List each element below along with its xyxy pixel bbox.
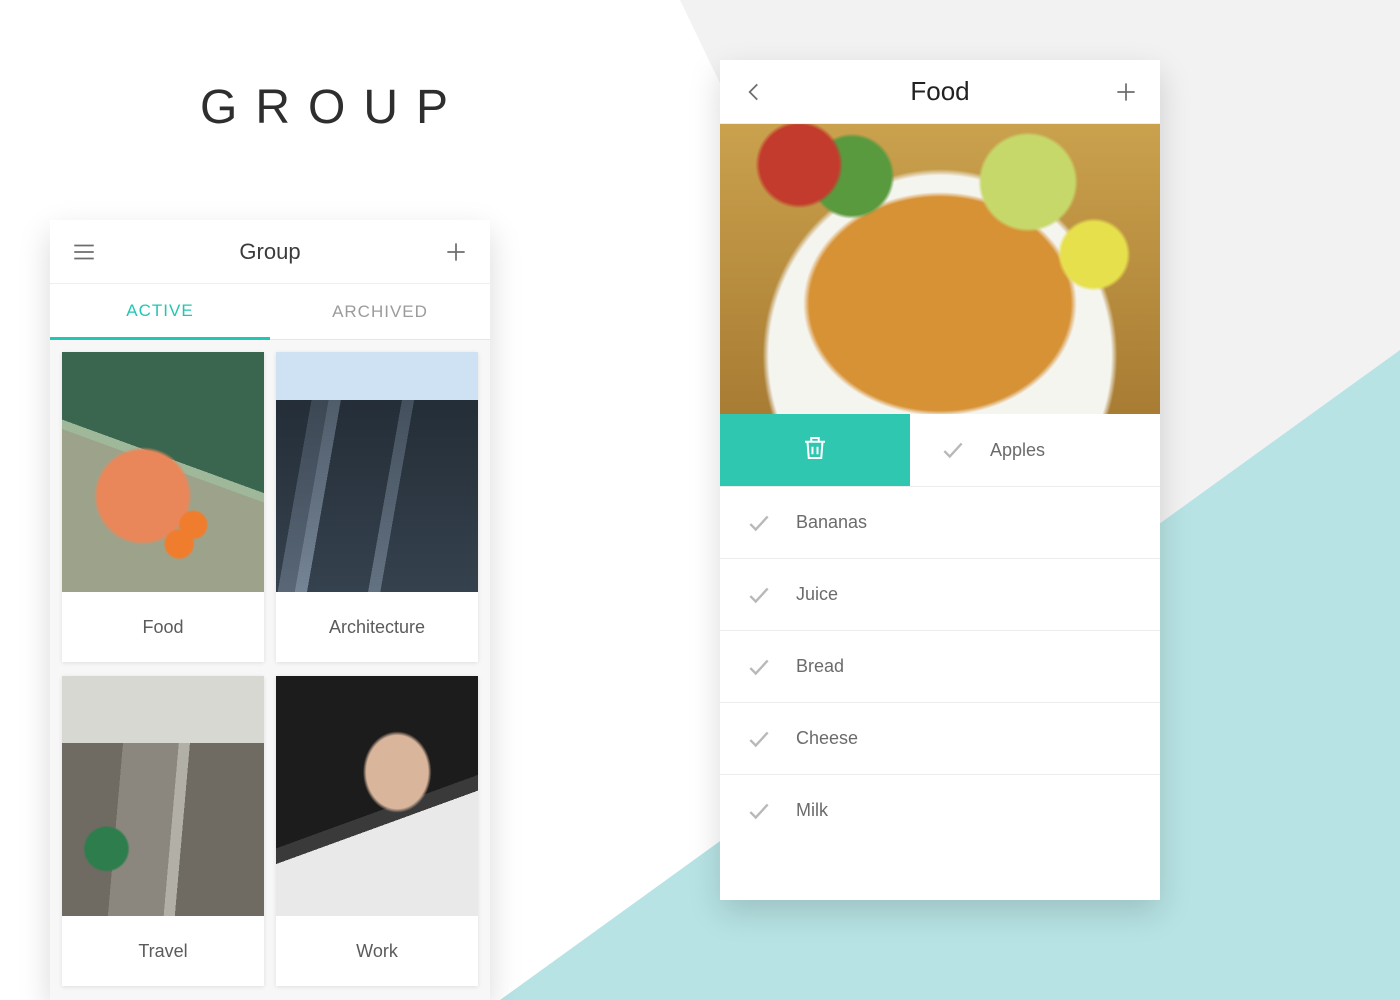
- card-travel[interactable]: Travel: [62, 676, 264, 986]
- card-work[interactable]: Work: [276, 676, 478, 986]
- tab-active[interactable]: ACTIVE: [50, 284, 270, 340]
- tab-archived[interactable]: ARCHIVED: [270, 284, 490, 340]
- back-icon[interactable]: [740, 78, 768, 106]
- card-thumb: [62, 352, 264, 592]
- list-item[interactable]: Milk: [720, 774, 1160, 846]
- item-label: Cheese: [796, 728, 858, 749]
- list-item[interactable]: Bananas: [720, 486, 1160, 558]
- check-icon[interactable]: [746, 798, 772, 824]
- card-food[interactable]: Food: [62, 352, 264, 662]
- navbar-title: Food: [910, 76, 969, 107]
- navbar: Food: [720, 60, 1160, 124]
- page-title: GROUP: [200, 80, 466, 135]
- list-item[interactable]: Cheese: [720, 702, 1160, 774]
- hero-image: [720, 124, 1160, 414]
- item-label: Juice: [796, 584, 838, 605]
- navbar-title: Group: [239, 239, 300, 265]
- list-item[interactable]: Apples: [720, 414, 1160, 486]
- card-thumb: [276, 352, 478, 592]
- list-item[interactable]: Bread: [720, 630, 1160, 702]
- item-label: Bananas: [796, 512, 867, 533]
- check-icon[interactable]: [746, 582, 772, 608]
- check-icon[interactable]: [746, 726, 772, 752]
- phone-food-screen: Food Apples Bananas Juice: [720, 60, 1160, 900]
- check-icon[interactable]: [940, 437, 966, 463]
- check-icon[interactable]: [746, 654, 772, 680]
- tabs: ACTIVE ARCHIVED: [50, 284, 490, 340]
- card-label: Architecture: [276, 592, 478, 662]
- food-list: Apples Bananas Juice Bread Cheese Milk: [720, 414, 1160, 900]
- phone-group-screen: Group ACTIVE ARCHIVED Food Architecture …: [50, 220, 490, 1000]
- card-label: Travel: [62, 916, 264, 986]
- menu-icon[interactable]: [70, 238, 98, 266]
- navbar: Group: [50, 220, 490, 284]
- item-label: Bread: [796, 656, 844, 677]
- add-icon[interactable]: [1112, 78, 1140, 106]
- card-label: Work: [276, 916, 478, 986]
- item-label: Milk: [796, 800, 828, 821]
- delete-button[interactable]: [720, 414, 910, 486]
- add-icon[interactable]: [442, 238, 470, 266]
- list-item[interactable]: Juice: [720, 558, 1160, 630]
- trash-icon: [800, 433, 830, 468]
- item-label: Apples: [990, 440, 1045, 461]
- card-thumb: [276, 676, 478, 916]
- card-label: Food: [62, 592, 264, 662]
- card-thumb: [62, 676, 264, 916]
- group-grid: Food Architecture Travel Work: [50, 340, 490, 1000]
- check-icon[interactable]: [746, 510, 772, 536]
- card-architecture[interactable]: Architecture: [276, 352, 478, 662]
